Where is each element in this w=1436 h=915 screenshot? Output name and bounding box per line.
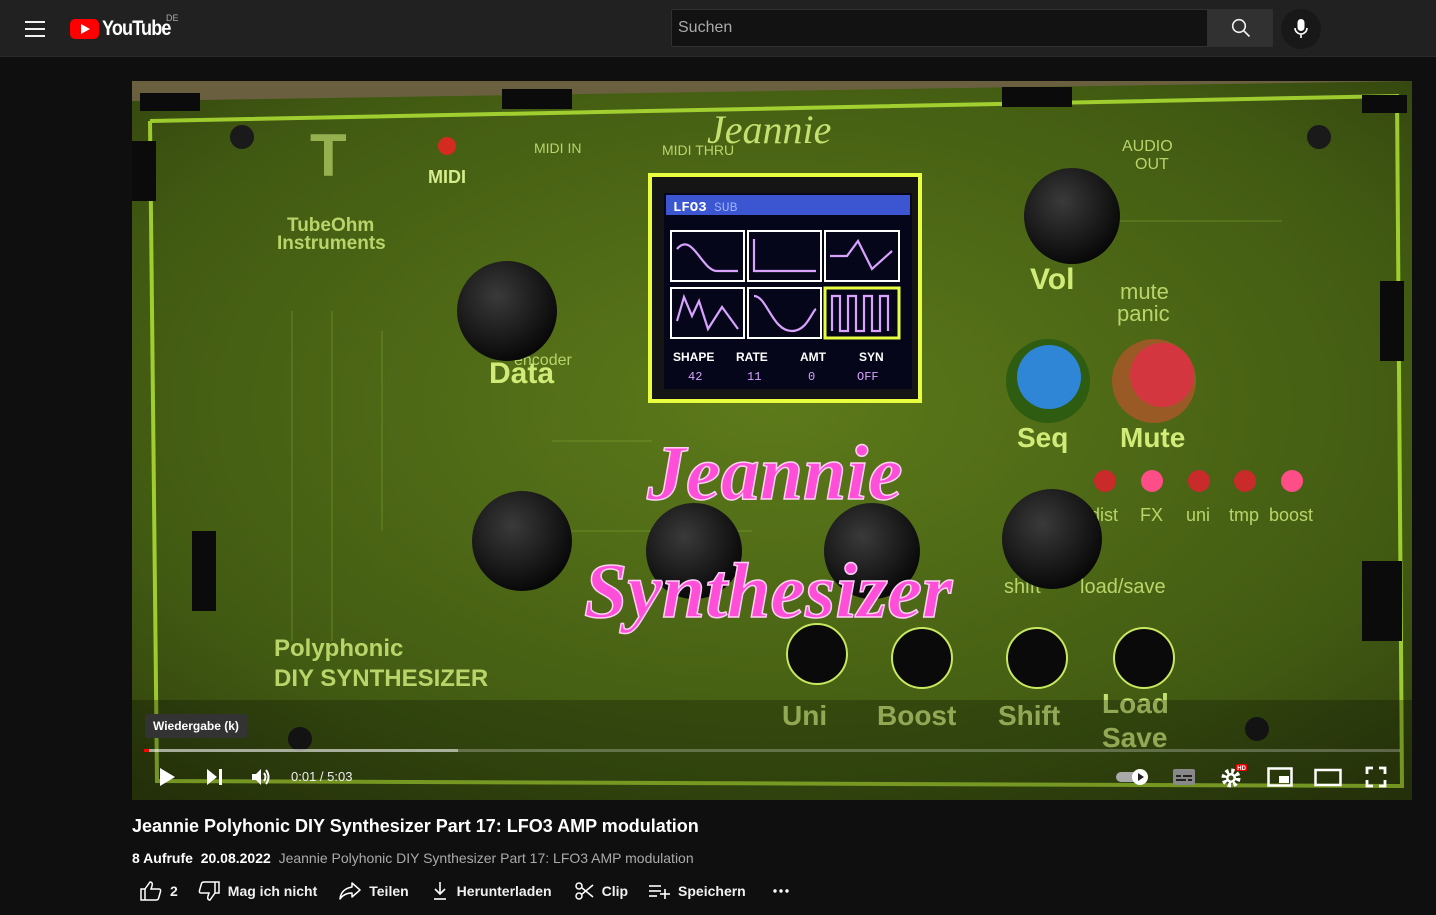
download-button[interactable]: Herunterladen [431,881,552,901]
screen-header: LFO3 [673,200,707,216]
miniplayer-icon [1267,767,1293,787]
dislike-label: Mag ich nicht [227,883,318,899]
audio-label: AUDIO [1122,138,1173,155]
subtitles-icon [1173,769,1195,785]
play-tooltip: Wiedergabe (k) [145,714,247,738]
like-count: 2 [170,883,178,899]
panic-label: panic [1117,301,1170,326]
youtube-logo[interactable]: YouTube DE [70,13,182,41]
param-label-rate: RATE [736,350,768,364]
theater-mode-button[interactable] [1313,764,1343,790]
mute-button[interactable] [248,764,274,790]
dislike-button[interactable]: Mag ich nicht [198,881,317,901]
video-player[interactable]: T TubeOhm Instruments MIDI MIDI IN MIDI … [132,81,1412,800]
vol-label: Vol [1030,263,1074,296]
miniplayer-button[interactable] [1266,764,1294,790]
clip-label: Clip [601,883,629,899]
play-button[interactable] [154,764,180,790]
logo-text: YouTube [102,17,171,40]
scissors-icon [574,882,594,900]
region-code: DE [166,13,179,23]
param-label-amt: AMT [800,350,827,364]
param-label-shape: SHAPE [673,350,714,364]
more-horizontal-icon [773,889,789,893]
jeannie-board-label: Jeannie [707,107,831,152]
settings-button[interactable]: HD [1218,764,1248,790]
description-snippet: Jeannie Polyhonic DIY Synthesizer Part 1… [278,850,694,866]
out-label: OUT [1135,156,1169,173]
svg-text:T: T [310,122,347,189]
time-display: 0:01 / 5:03 [291,769,353,784]
midi-label: MIDI [428,167,466,187]
seq-label: Seq [1017,422,1068,453]
save-label: Speichern [678,883,746,899]
screen-sub: SUB [714,200,738,215]
microphone-icon [1294,19,1308,38]
progress-bar[interactable] [144,749,1400,752]
action-bar: 2 Mag ich nicht Teilen Herunterladen Cli… [132,876,798,906]
autoplay-toggle-icon [1116,769,1148,785]
fullscreen-button[interactable] [1362,764,1390,790]
clip-button[interactable]: Clip [574,881,628,901]
download-icon [433,882,446,900]
midi-in-label: MIDI IN [534,140,581,156]
search-input[interactable] [672,10,1207,46]
volume-icon [252,769,270,785]
led-label-boost: boost [1269,505,1313,525]
search-icon [1231,18,1250,38]
theater-mode-icon [1314,768,1342,787]
param-value-rate: 11 [747,370,761,384]
mute-label: Mute [1120,422,1185,453]
subtitles-button[interactable] [1170,764,1198,790]
next-button[interactable] [201,764,227,790]
thumbs-down-icon [198,881,220,901]
fullscreen-icon [1365,766,1387,788]
param-value-syn: OFF [857,370,879,384]
skip-next-icon [207,769,222,785]
overlay-title-line2: Synthesizer [584,547,953,634]
hd-badge-icon: HD [1237,766,1246,772]
share-label: Teilen [369,883,409,899]
gear-icon: HD [1221,764,1247,788]
voice-search-button[interactable] [1281,9,1321,49]
progress-buffered [144,749,458,752]
led-label-fx: FX [1140,505,1163,525]
play-icon [160,768,175,786]
video-title: Jeannie Polyhonic DIY Synthesizer Part 1… [132,816,699,836]
load-save-top-label: load/save [1080,576,1166,598]
youtube-play-icon [70,19,99,39]
autoplay-toggle[interactable] [1115,764,1151,790]
download-label: Herunterladen [456,883,552,899]
share-button[interactable]: Teilen [339,882,409,900]
save-to-playlist-button[interactable]: Speichern [648,883,746,899]
playlist-add-icon [649,885,671,899]
diy-label: DIY SYNTHESIZER [274,665,488,692]
video-frame: T TubeOhm Instruments MIDI MIDI IN MIDI … [132,81,1412,800]
overlay-title-line1: Jeannie [646,429,903,516]
video-meta[interactable]: 8 Aufrufe 20.08.2022 Jeannie Polyhonic D… [132,850,694,866]
led-label-tmp: tmp [1229,505,1259,525]
param-value-amt: 0 [808,370,815,384]
like-button[interactable]: 2 [140,881,178,901]
more-actions-button[interactable] [772,888,798,894]
view-count: 8 Aufrufe [132,850,193,866]
progress-played [144,749,150,752]
polyphonic-label: Polyphonic [274,635,403,662]
brand-label-2: Instruments [277,233,386,254]
masthead: YouTube DE [0,0,1436,57]
param-label-syn: SYN [859,350,884,364]
param-value-shape: 42 [688,370,702,384]
guide-menu-button[interactable] [22,16,48,40]
search-button[interactable] [1208,9,1273,47]
thumbs-up-icon [140,881,162,901]
share-icon [339,882,361,900]
led-label-uni: uni [1186,505,1210,525]
search-box[interactable] [671,9,1208,47]
upload-date: 20.08.2022 [200,850,271,866]
